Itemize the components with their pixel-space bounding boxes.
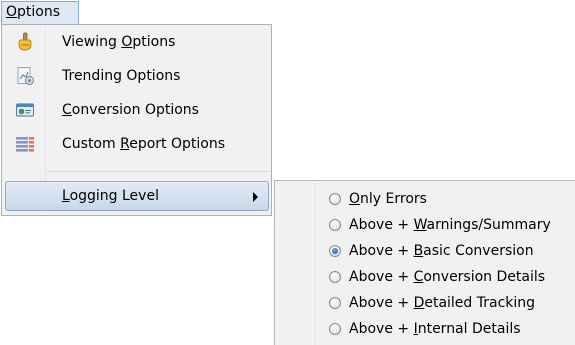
options-dropdown: Viewing Options Trending Options Convers…: [1, 24, 272, 216]
radio-button-icon: [329, 271, 341, 283]
menu-item-viewing-options[interactable]: Viewing Options: [5, 27, 269, 57]
radio-only-errors[interactable]: Only Errors: [279, 187, 571, 213]
radio-label: Above + Detailed Tracking: [349, 295, 536, 311]
submenu-arrow-icon: [253, 192, 258, 202]
menu-item-trending-options[interactable]: Trending Options: [5, 61, 269, 91]
radio-label: Above + Conversion Details: [349, 269, 546, 285]
radio-button-icon: [329, 297, 341, 309]
radio-detailed-tracking[interactable]: Above + Detailed Tracking: [279, 291, 571, 317]
radio-warnings-summary[interactable]: Above + Warnings/Summary: [279, 213, 571, 239]
radio-label: Above + Internal Details: [349, 321, 521, 337]
options-menu-accelerator: O: [6, 4, 18, 20]
radio-button-icon: [329, 219, 341, 231]
menu-item-label: Logging Level: [62, 188, 159, 204]
radio-basic-conversion[interactable]: Above + Basic Conversion: [279, 239, 571, 265]
viewing-options-icon: [15, 32, 35, 52]
menu-item-label: Custom Report Options: [62, 136, 225, 152]
menu-bar: Options: [0, 0, 575, 26]
conversion-options-icon: [15, 100, 35, 120]
menu-item-label: Viewing Options: [62, 34, 176, 50]
options-menu[interactable]: Options: [1, 1, 79, 24]
logging-level-submenu: Only Errors Above + Warnings/Summary Abo…: [274, 180, 575, 345]
radio-label: Only Errors: [349, 191, 427, 207]
trending-options-icon: [15, 66, 35, 86]
radio-internal-details[interactable]: Above + Internal Details: [279, 317, 571, 343]
radio-button-icon: [329, 193, 341, 205]
menu-item-label: Conversion Options: [62, 102, 199, 118]
menu-item-logging-level[interactable]: Logging Level: [5, 181, 269, 211]
menu-item-custom-report-options[interactable]: Custom Report Options: [5, 129, 269, 159]
menu-item-label: Trending Options: [62, 68, 181, 84]
menu-item-conversion-options[interactable]: Conversion Options: [5, 95, 269, 125]
options-menu-label: ptions: [17, 4, 61, 20]
menu-separator: [47, 171, 268, 172]
radio-conversion-details[interactable]: Above + Conversion Details: [279, 265, 571, 291]
custom-report-options-icon: [15, 134, 35, 154]
radio-label: Above + Warnings/Summary: [349, 217, 551, 233]
radio-button-icon: [329, 323, 341, 335]
radio-button-selected-icon: [329, 245, 341, 257]
radio-label: Above + Basic Conversion: [349, 243, 534, 259]
